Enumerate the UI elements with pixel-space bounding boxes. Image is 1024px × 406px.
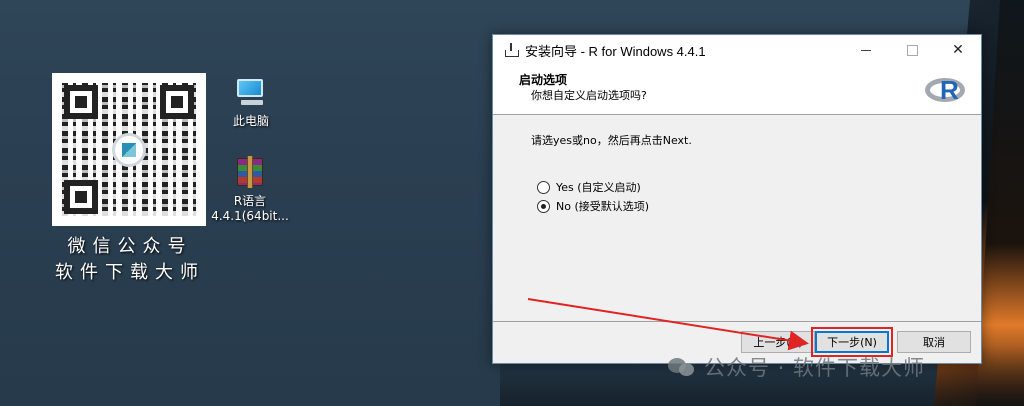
wechat-icon: [668, 356, 696, 378]
title-bar[interactable]: 安装向导 - R for Windows 4.4.1 ✕: [493, 35, 981, 65]
window-title: 安装向导 - R for Windows 4.4.1: [525, 43, 706, 59]
winrar-archive-icon: [234, 156, 266, 188]
qr-caption-line2: 软件下载大师: [55, 262, 205, 283]
qr-code-card: [52, 73, 206, 226]
desktop-icon-label: 此电脑: [232, 114, 269, 128]
qr-code-icon: [62, 83, 196, 216]
option-yes[interactable]: Yes (自定义启动): [537, 179, 641, 195]
r-logo-icon: R: [925, 73, 969, 107]
maximize-button[interactable]: [889, 35, 935, 65]
wizard-header: 启动选项 你想自定义启动选项吗? R: [493, 65, 981, 115]
qr-caption-line1: 微信公众号: [67, 236, 193, 257]
watermark-text: 公众号 · 软件下载大师: [704, 356, 926, 380]
desktop-icon-label-line2: 4.4.1(64bit...: [211, 209, 289, 223]
desktop-icon-r-installer[interactable]: R语言 4.4.1(64bit...: [210, 156, 290, 224]
setup-wizard-window: 安装向导 - R for Windows 4.4.1 ✕ 启动选项 你想自定义启…: [492, 34, 982, 364]
qr-center-logo-icon: [112, 133, 146, 167]
option-yes-label: Yes (自定义启动): [556, 181, 641, 194]
desktop-icon-this-pc[interactable]: 此电脑: [211, 76, 291, 129]
back-button[interactable]: 上一步(B): [741, 331, 815, 353]
radio-yes[interactable]: [537, 180, 550, 194]
installer-icon: [503, 42, 519, 58]
wizard-body: 请选yes或no，然后再点击Next. Yes (自定义启动) No (接受默认…: [493, 115, 981, 323]
cancel-button[interactable]: 取消: [897, 331, 971, 353]
watermark: 公众号 · 软件下载大师: [668, 352, 925, 382]
radio-no[interactable]: [537, 199, 550, 213]
page-subtitle: 你想自定义启动选项吗?: [531, 89, 647, 102]
option-no-label: No (接受默认选项): [556, 200, 650, 213]
close-icon: ✕: [952, 42, 964, 58]
close-button[interactable]: ✕: [935, 35, 981, 65]
instruction-text: 请选yes或no，然后再点击Next.: [531, 134, 692, 147]
minimize-button[interactable]: [843, 35, 889, 65]
desktop-icon-label-line1: R语言: [233, 194, 267, 208]
computer-icon: [235, 76, 267, 108]
page-title: 启动选项: [519, 73, 568, 87]
option-no[interactable]: No (接受默认选项): [537, 198, 649, 214]
